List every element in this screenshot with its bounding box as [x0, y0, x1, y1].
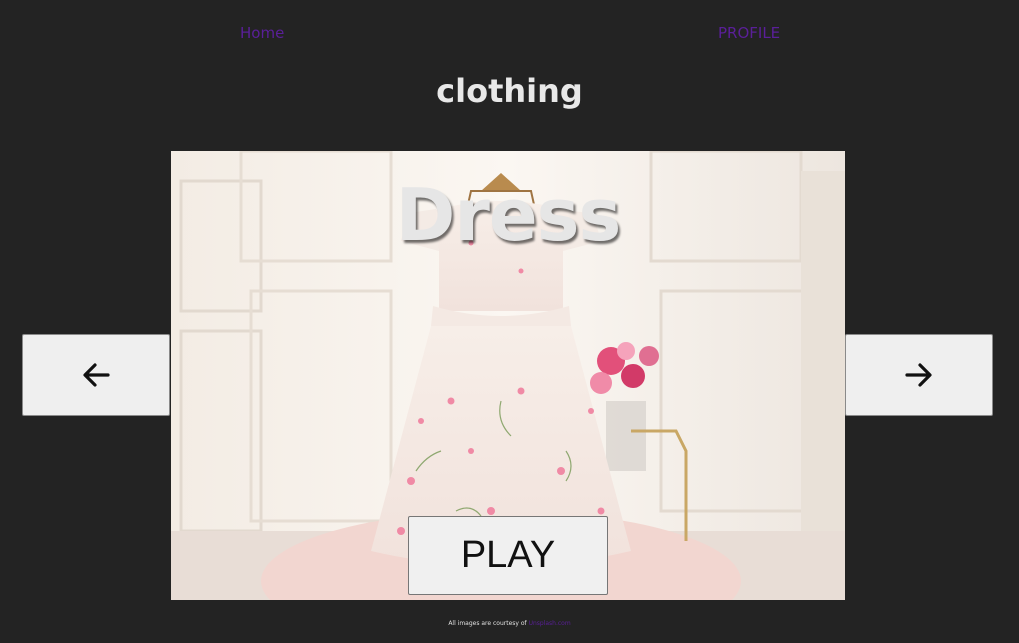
- credit-text: All images are courtesy of: [448, 620, 527, 627]
- home-link[interactable]: Home: [240, 24, 284, 42]
- item-title: Dress: [395, 173, 622, 257]
- previous-button[interactable]: [22, 334, 170, 416]
- carousel-image: Dress PLAY: [171, 151, 845, 600]
- next-button[interactable]: [845, 334, 993, 416]
- credit-link[interactable]: Unsplash.com: [529, 620, 571, 627]
- image-credit: All images are courtesy of Unsplash.com: [0, 620, 1019, 627]
- profile-link[interactable]: PROFILE: [718, 24, 780, 42]
- page-title: clothing: [436, 72, 583, 110]
- arrow-right-icon: [905, 363, 932, 387]
- top-nav: Home PROFILE: [0, 24, 1019, 44]
- play-button[interactable]: PLAY: [408, 516, 608, 595]
- arrow-left-icon: [83, 363, 110, 387]
